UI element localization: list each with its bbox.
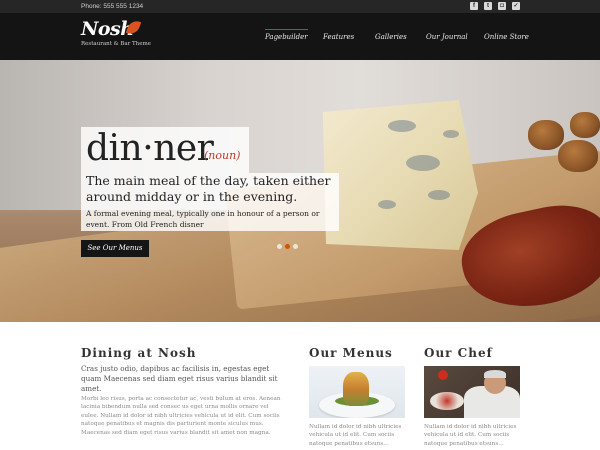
definition-note: A formal evening meal, typically one in … [86,209,320,229]
slider-dot-active[interactable] [285,244,290,249]
phone-number: Phone: 555 555 1234 [81,3,144,10]
nav-item-features[interactable]: Features [323,33,354,41]
nav-item-online-store[interactable]: Online Store [484,33,529,41]
site-header: Nosh Restaurant & Bar Theme Pagebuilder … [0,13,600,60]
instagram-icon[interactable]: ◘ [498,2,506,10]
chef-text: Nullam id dolor id nibh ultricies vehicu… [424,424,517,447]
slider-dot[interactable] [293,244,298,249]
chef-image[interactable] [424,366,520,418]
main-nav: Pagebuilder Features Galleries Our Journ… [0,13,600,60]
facebook-icon[interactable]: f [470,2,478,10]
twitter-icon[interactable]: t [484,2,492,10]
menus-text: Nullam id dolor id nibh ultricies vehicu… [309,424,402,447]
walnut-image [528,120,564,150]
menus-image[interactable] [309,366,405,418]
nav-item-pagebuilder[interactable]: Pagebuilder [265,29,308,41]
definition-meaning: The main meal of the day, taken either a… [86,173,331,204]
chef-title: Our Chef [424,346,493,360]
top-bar: Phone: 555 555 1234 f t ◘ ✓ [0,0,600,13]
slider-dot[interactable] [277,244,282,249]
nav-item-our-journal[interactable]: Our Journal [426,33,468,41]
nav-item-galleries[interactable]: Galleries [375,33,407,41]
walnut-image [558,140,598,172]
foursquare-icon[interactable]: ✓ [512,2,520,10]
dining-title: Dining at Nosh [81,346,197,360]
cheese-image [322,100,478,250]
slider-dots [277,244,298,249]
see-our-menus-button[interactable]: See Our Menus [81,240,149,257]
part-of-speech: (noun) [204,149,241,162]
dining-lead: Cras justo odio, dapibus ac facilisis in… [81,364,278,393]
social-links: f t ◘ ✓ [470,2,520,10]
walnut-image [570,112,600,138]
dining-body: Morbi leo risus, porta ac consectetur ac… [81,396,281,436]
definition-word: din·ner [86,128,214,169]
menus-title: Our Menus [309,346,393,360]
